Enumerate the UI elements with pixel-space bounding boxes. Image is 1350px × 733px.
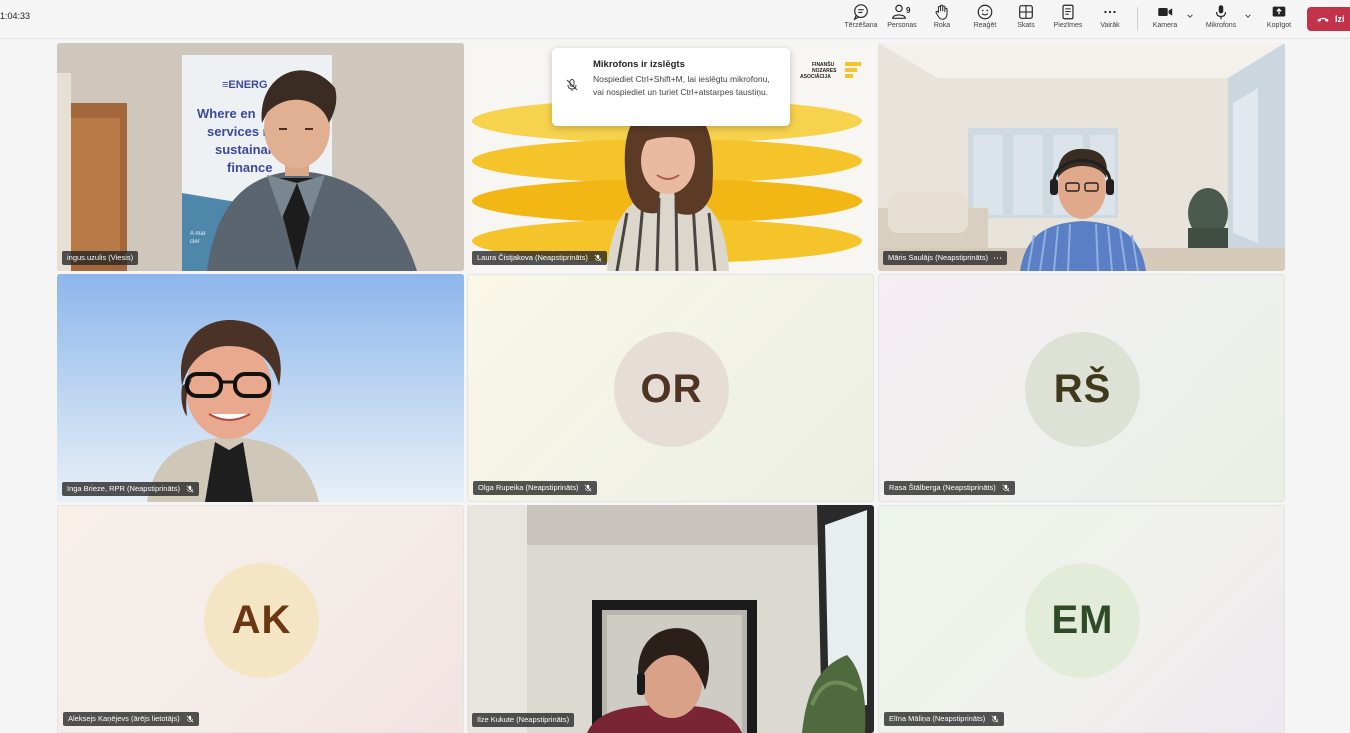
participant-tile-maris-saulajs[interactable]: Māris Saulājs (Neapstiprināts) ⋯: [878, 43, 1285, 271]
hang-up-icon: [1317, 17, 1329, 22]
view-label: Skats: [1017, 22, 1035, 29]
participant-video: Where en services r sustainal finance ≡E…: [57, 43, 464, 271]
participant-name-tag: Laura Čistjakova (Neapstiprināts): [472, 251, 607, 265]
participant-tile-ilze-kukute[interactable]: Ilze Kukute (Neapstiprināts): [467, 505, 874, 733]
microphone-icon: [1215, 5, 1227, 20]
people-label: Personas: [887, 22, 917, 29]
microphone-button[interactable]: Mikrofons: [1201, 3, 1241, 35]
participant-name-tag: Rasa Štālberga (Neapstiprināts): [884, 481, 1015, 495]
mic-muted-icon: [186, 485, 194, 493]
participant-name-tag: Ilze Kukute (Neapstiprināts): [472, 713, 575, 727]
mic-muted-icon: [1002, 484, 1010, 492]
participant-avatar: RŠ: [1025, 332, 1140, 447]
more-icon: [1104, 10, 1116, 14]
chat-icon: [853, 4, 868, 21]
share-label: Kopīgot: [1266, 22, 1292, 29]
participant-name: Laura Čistjakova (Neapstiprināts): [477, 253, 588, 262]
participant-video: [57, 274, 464, 502]
people-count: 9: [906, 6, 911, 15]
participant-name-tag: Aleksejs Kaņējevs (ārējs lietotājs): [63, 712, 199, 726]
meeting-timer: 1:04:33: [0, 11, 31, 21]
grid-view-icon: [1019, 5, 1033, 19]
svg-text:A mar: A mar: [190, 231, 206, 237]
mic-muted-icon: [186, 715, 194, 723]
participant-name: Olga Rupeika (Neapstiprināts): [478, 483, 579, 492]
camera-label: Kamera: [1152, 22, 1178, 29]
mic-muted-toast: Mikrofons ir izslēgts Nospiediet Ctrl+Sh…: [552, 48, 790, 126]
share-button[interactable]: Kopīgot: [1262, 3, 1296, 35]
notes-button[interactable]: Piezīmes: [1049, 3, 1087, 35]
participant-name-tag: Olga Rupeika (Neapstiprināts): [473, 481, 598, 495]
chat-button[interactable]: Tērzēšana: [843, 3, 879, 35]
mic-muted-icon: [585, 484, 592, 492]
participant-video: [467, 505, 874, 733]
more-button[interactable]: Vairāk: [1094, 3, 1126, 35]
participant-name-tag: Māris Saulājs (Neapstiprināts) ⋯: [883, 251, 1008, 265]
participant-tile-rasa-stalberga[interactable]: RŠ Rasa Štālberga (Neapstiprināts): [878, 274, 1285, 502]
chat-label: Tērzēšana: [844, 22, 878, 29]
svg-text:ASOCIĀCIJA: ASOCIĀCIJA: [800, 73, 831, 80]
participant-avatar: OR: [614, 332, 729, 447]
toast-title: Mikrofons ir izslēgts: [593, 59, 685, 70]
mic-muted-icon: [991, 715, 999, 723]
toolbar-divider: [1137, 7, 1138, 31]
microphone-options-chevron-icon[interactable]: [1244, 12, 1252, 20]
participant-name: Aleksejs Kaņējevs (ārējs lietotājs): [68, 714, 180, 723]
smiley-icon: [977, 4, 993, 20]
participant-name-tag: Elīna Māliņa (Neapstiprināts): [884, 712, 1005, 726]
participant-avatar: AK: [204, 563, 319, 678]
banner-logo: ≡ENERG: [222, 79, 268, 91]
banner-text: Where en: [197, 106, 256, 121]
participant-name: Ilze Kukute (Neapstiprināts): [477, 715, 570, 724]
camera-button[interactable]: Kamera: [1148, 3, 1182, 35]
mic-muted-icon: [594, 254, 602, 262]
people-button[interactable]: 9 Personas: [884, 3, 920, 35]
participant-name: Rasa Štālberga (Neapstiprināts): [889, 483, 996, 492]
participant-avatar: EM: [1025, 563, 1140, 678]
participant-name: Elīna Māliņa (Neapstiprināts): [889, 714, 986, 723]
leave-button[interactable]: Izi: [1307, 7, 1350, 31]
view-button[interactable]: Skats: [1012, 3, 1040, 35]
participant-more-options-icon[interactable]: ⋯: [993, 251, 1002, 265]
toast-body: Nospiediet Ctrl+Shift+M, lai ieslēgtu mi…: [593, 74, 770, 97]
participant-video: [878, 43, 1285, 271]
participant-tile-inga-brieze[interactable]: Inga Brieze, RPR (Neapstiprināts): [57, 274, 464, 502]
camera-options-chevron-icon[interactable]: [1186, 12, 1194, 20]
participant-name: ingus.uzulis (Viesis): [67, 253, 134, 262]
participant-tile-ingus-uzulis[interactable]: Where en services r sustainal finance ≡E…: [57, 43, 464, 271]
participant-name: Inga Brieze, RPR (Neapstiprināts): [67, 484, 180, 493]
leave-label: Izi: [1335, 14, 1345, 24]
svg-text:services r: services r: [207, 124, 268, 139]
fna-logo: FINANŠU: [812, 60, 835, 68]
notes-label: Piezīmes: [1053, 22, 1083, 29]
camera-icon: [1158, 7, 1173, 17]
share-screen-icon: [1272, 6, 1286, 17]
participant-name-tag: ingus.uzulis (Viesis): [62, 251, 139, 265]
more-label: Vairāk: [1100, 22, 1120, 29]
notes-icon: [1062, 4, 1074, 20]
svg-text:finance: finance: [227, 160, 273, 175]
react-label: Reaģēt: [973, 22, 997, 29]
react-button[interactable]: Reaģēt: [968, 3, 1002, 35]
mic-off-icon: [566, 79, 578, 91]
participant-tile-elina-malina[interactable]: EM Elīna Māliņa (Neapstiprināts): [878, 505, 1285, 733]
hand-icon: [935, 4, 948, 20]
participant-name: Māris Saulājs (Neapstiprināts): [888, 253, 989, 262]
participant-tile-aleksejs-kanejevs[interactable]: AK Aleksejs Kaņējevs (ārējs lietotājs): [57, 505, 464, 733]
raise-hand-button[interactable]: Roka: [928, 3, 956, 35]
meeting-toolbar: 1:04:33 Tērzēšana 9 Personas Roka Reaģēt…: [0, 0, 1350, 39]
participant-name-tag: Inga Brieze, RPR (Neapstiprināts): [62, 482, 199, 496]
svg-text:sustainal: sustainal: [215, 142, 271, 157]
participant-tile-olga-rupeika[interactable]: OR Olga Rupeika (Neapstiprināts): [467, 274, 874, 502]
microphone-label: Mikrofons: [1205, 22, 1237, 29]
raise-hand-label: Roka: [933, 22, 951, 29]
svg-text:cler: cler: [190, 239, 200, 245]
